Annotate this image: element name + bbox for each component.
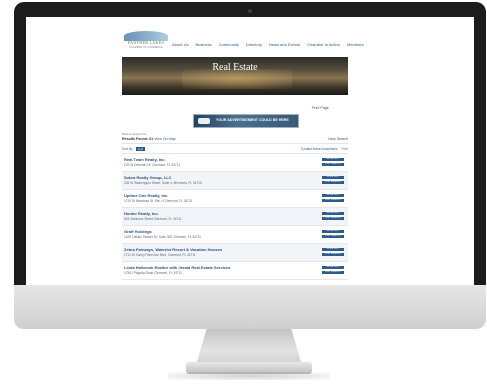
more-info-button[interactable]: MORE INFO xyxy=(322,230,344,233)
more-info-button[interactable]: MORE INFO xyxy=(322,266,344,269)
business-name[interactable]: Uptime One Realty, Inc. xyxy=(124,193,168,198)
camera-icon xyxy=(248,9,252,13)
visit-website-button[interactable]: VISIT WEBSITE xyxy=(322,163,344,166)
nav-item-chamber-in-action[interactable]: Chamber In Action xyxy=(307,42,340,47)
nav-item-about-us[interactable]: About Us xyxy=(172,42,188,47)
table-row[interactable]: Real Team Realty, Inc. 229 W Deborah Dr,… xyxy=(122,154,348,172)
business-name[interactable]: Subra Realty Group, LLC xyxy=(124,175,172,180)
business-address: 235 W Washington Street, Suite 4, Minneo… xyxy=(124,181,202,185)
business-name[interactable]: Linda Holbrook Realtor with Jerald Real … xyxy=(124,265,230,270)
ad-text: YOUR ADVERTISEMENT COULD BE HERE xyxy=(216,118,289,122)
more-info-button[interactable]: MORE INFO xyxy=(322,158,344,161)
sort-button-a-z[interactable]: A-Z xyxy=(135,146,145,151)
view-on-map-link[interactable]: View On Map xyxy=(154,137,176,141)
results-label: Results Found: 61 xyxy=(122,137,154,141)
visit-website-button[interactable]: VISIT WEBSITE xyxy=(322,217,344,220)
contact-businesses-link[interactable]: Contact these businesses xyxy=(301,147,338,151)
business-address: 17501 Pagoda Road Clermont, FL 34711 xyxy=(124,271,182,275)
nav-item-members[interactable]: Members xyxy=(347,42,364,47)
table-row[interactable]: Hunter Realty, Inc. 824 Montrose Street … xyxy=(122,208,348,226)
stand-shadow xyxy=(168,372,330,380)
monitor-stand xyxy=(196,329,302,365)
business-address: 824 Montrose Street Clermont, FL 34711 xyxy=(124,217,182,221)
more-info-button[interactable]: MORE INFO xyxy=(322,248,344,251)
business-address: 1711 W Sunny Palm Ave Blvd, Clermont, FL… xyxy=(124,253,196,257)
business-address: 1719 W Montrose St, Ste. H Clermont, FL … xyxy=(124,199,193,203)
main-nav: About Us Business Community Directory Ne… xyxy=(172,42,371,47)
table-row[interactable]: Subra Realty Group, LLC 235 W Washington… xyxy=(122,172,348,190)
visit-website-button[interactable]: VISIT WEBSITE xyxy=(322,181,344,184)
hero-banner: Real Estate xyxy=(122,57,348,95)
visit-website-button[interactable]: VISIT WEBSITE xyxy=(322,235,344,238)
business-address: 229 W Deborah Dr, Clermont, FL 34711 xyxy=(124,163,180,167)
more-info-button[interactable]: MORE INFO xyxy=(322,194,344,197)
business-name[interactable]: Graff Holdings xyxy=(124,229,152,234)
table-row[interactable]: Linda Holbrook Realtor with Jerald Real … xyxy=(122,262,348,280)
logo-name: PANTHER LAKES xyxy=(127,40,165,45)
visit-website-button[interactable]: VISIT WEBSITE xyxy=(322,271,344,274)
more-info-button[interactable]: MORE INFO xyxy=(322,176,344,179)
monitor-chin xyxy=(14,285,486,329)
nav-item-community[interactable]: Community xyxy=(219,42,239,47)
page-title: Real Estate xyxy=(212,62,258,73)
print-page-link[interactable]: Print Page xyxy=(312,106,329,110)
print-link[interactable]: Print xyxy=(341,147,348,151)
new-search-link[interactable]: New Search xyxy=(328,137,348,143)
logo-tagline: CHAMBER OF COMMERCE xyxy=(129,46,163,49)
table-row[interactable]: Zebra Fairways, Waterlot Resort & Vacati… xyxy=(122,244,348,262)
ad-logo-icon xyxy=(198,118,210,124)
nav-item-business[interactable]: Business xyxy=(195,42,211,47)
advertisement-banner[interactable]: YOUR ADVERTISEMENT COULD BE HERE xyxy=(193,114,299,128)
site-header: PANTHER LAKES CHAMBER OF COMMERCE About … xyxy=(26,17,474,57)
more-info-button[interactable]: MORE INFO xyxy=(322,212,344,215)
website-screen: PANTHER LAKES CHAMBER OF COMMERCE About … xyxy=(26,17,474,285)
business-address: 1429 Oakley Seaver Dr, Suite 300 Clermon… xyxy=(124,235,201,239)
table-row[interactable]: Uptime One Realty, Inc. 1719 W Montrose … xyxy=(122,190,348,208)
results-count: Results Found: 61 View On Map xyxy=(122,137,176,143)
business-name[interactable]: Hunter Realty, Inc. xyxy=(124,211,159,216)
business-name[interactable]: Zebra Fairways, Waterlot Resort & Vacati… xyxy=(124,247,222,252)
business-listing: Back to search list Results Found: 61 Vi… xyxy=(122,132,348,280)
business-name[interactable]: Real Team Realty, Inc. xyxy=(124,157,166,162)
site-logo[interactable]: PANTHER LAKES CHAMBER OF COMMERCE xyxy=(122,31,170,53)
sort-label: Sort by: xyxy=(122,146,133,151)
table-row[interactable]: Graff Holdings 1429 Oakley Seaver Dr, Su… xyxy=(122,226,348,244)
nav-item-directory[interactable]: Directory xyxy=(246,42,262,47)
visit-website-button[interactable]: VISIT WEBSITE xyxy=(322,253,344,256)
nav-item-news-and-events[interactable]: News and Events xyxy=(269,42,300,47)
visit-website-button[interactable]: VISIT WEBSITE xyxy=(322,199,344,202)
sort-bar: Sort by: A-Z Contact these businesses Pr… xyxy=(122,143,348,154)
